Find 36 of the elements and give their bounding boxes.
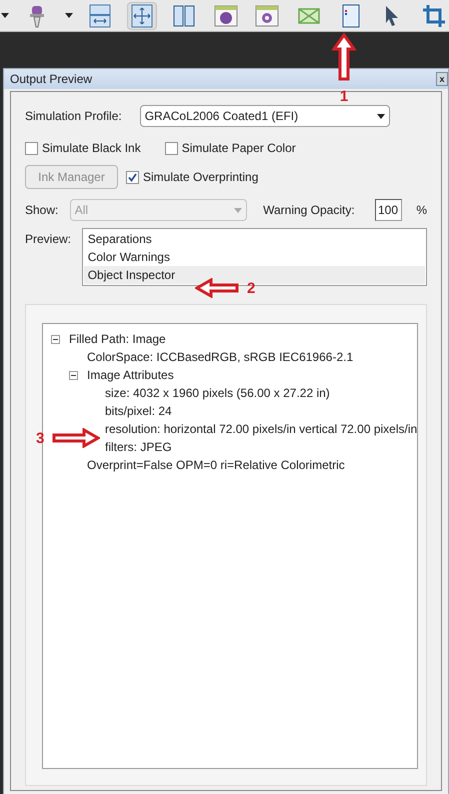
collapse-toggle[interactable] (51, 334, 60, 344)
close-button[interactable]: x (436, 72, 448, 86)
checkbox[interactable] (25, 142, 38, 154)
checkbox-label: Simulate Overprinting (143, 169, 258, 186)
annotation-number: 3 (36, 430, 44, 446)
field-label: Show: (25, 202, 60, 219)
field-label: Warning Opacity: (263, 202, 356, 219)
tree-item: resolution: horizontal 72.00 pixels/in vertical 72.00 pixels/in (105, 421, 418, 438)
profile-dropdown[interactable]: GRACoL2006 Coated1 (EFI) (140, 105, 390, 127)
field-label: Preview: (25, 231, 72, 248)
opacity-field[interactable]: 100 (374, 199, 402, 221)
arrow-annotation (52, 428, 100, 448)
collapse-toggle[interactable] (69, 370, 78, 380)
list-item[interactable]: Object Inspector (84, 266, 425, 284)
checkbox[interactable] (164, 142, 178, 154)
tree-item: Image Attributes (87, 367, 174, 384)
annotation-number: 1 (340, 89, 348, 104)
checkbox-label: Simulate Paper Color (182, 140, 296, 157)
tree-item: Filled Path: Image (69, 331, 166, 348)
dropdown-arrow-icon (234, 208, 242, 212)
tree-item: ColorSpace: ICCBasedRGB, sRGB IEC61966-2.1 (87, 349, 354, 366)
tree-item: filters: JPEG (105, 439, 172, 456)
window-title: Output Preview (10, 71, 92, 88)
caret-icon[interactable] (64, 12, 73, 18)
checkbox-label: Simulate Black Ink (42, 140, 141, 157)
dropdown-arrow-icon (376, 114, 385, 118)
checkbox[interactable] (126, 170, 139, 184)
unit-label: % (416, 202, 427, 219)
tree-item: bits/pixel: 24 (105, 403, 172, 420)
list-item[interactable]: Separations (84, 230, 425, 248)
list-item[interactable]: Color Warnings (84, 248, 425, 266)
tree-item: Overprint=False OPM=0 ri=Relative Colorimetric (87, 457, 345, 474)
arrow-annotation (332, 33, 356, 81)
caret-icon[interactable] (0, 12, 9, 18)
tree-item: size: 4032 x 1960 pixels (56.00 x 27.22 in) (105, 385, 330, 402)
field-label: Simulation Profile: (25, 108, 122, 125)
